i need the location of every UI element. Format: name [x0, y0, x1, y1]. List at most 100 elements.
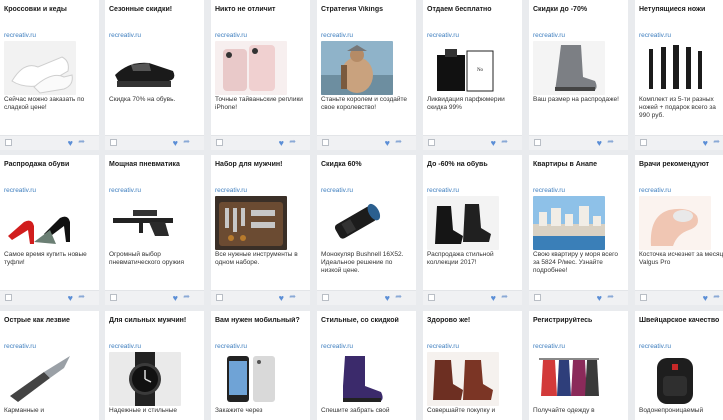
- ad-domain-link[interactable]: recreativ.ru: [109, 343, 141, 350]
- ad-card[interactable]: Набор для мужчин! recreativ.ru Все нужны…: [211, 155, 310, 305]
- ad-image[interactable]: [109, 196, 181, 250]
- ad-description[interactable]: Косточка исчезнет за месяц! Valgus Pro: [639, 251, 723, 267]
- ad-description[interactable]: Водонепроницаемый: [639, 407, 723, 415]
- ad-domain-link[interactable]: recreativ.ru: [215, 32, 247, 39]
- ad-image[interactable]: [4, 196, 76, 250]
- ad-image[interactable]: [109, 352, 181, 406]
- ad-domain-link[interactable]: recreativ.ru: [215, 187, 247, 194]
- ad-description[interactable]: Карманные и: [4, 407, 93, 415]
- ad-card[interactable]: Стратегия Vikings recreativ.ru Станьте к…: [317, 0, 416, 150]
- ad-description[interactable]: Точные тайваньские реплики iPhone!: [215, 96, 304, 112]
- ad-card[interactable]: Распродажа обуви recreativ.ru Самое врем…: [0, 155, 99, 305]
- ad-domain-link[interactable]: recreativ.ru: [427, 343, 459, 350]
- share-icon[interactable]: ➦: [78, 137, 85, 147]
- ad-card[interactable]: Стильные, со скидкой recreativ.ru Спешит…: [317, 311, 416, 420]
- heart-icon[interactable]: ♥: [703, 293, 708, 303]
- ad-card[interactable]: Здорово же! recreativ.ru Совершайте поку…: [423, 311, 522, 420]
- ad-title[interactable]: Распродажа обуви: [4, 161, 97, 168]
- ad-title[interactable]: До -60% на обувь: [427, 161, 520, 168]
- ad-image[interactable]: [533, 196, 605, 250]
- heart-icon[interactable]: ♥: [385, 293, 390, 303]
- heart-icon[interactable]: ♥: [491, 293, 496, 303]
- share-icon[interactable]: ➦: [395, 292, 402, 302]
- heart-icon[interactable]: ♥: [68, 293, 73, 303]
- heart-icon[interactable]: ♥: [703, 138, 708, 148]
- select-checkbox[interactable]: [110, 294, 117, 301]
- ad-image[interactable]: No: [427, 41, 499, 95]
- ad-image[interactable]: [639, 352, 711, 406]
- ad-description[interactable]: Огромный выбор пневматического оружия: [109, 251, 198, 267]
- ad-description[interactable]: Надежные и стильные: [109, 407, 198, 415]
- heart-icon[interactable]: ♥: [597, 138, 602, 148]
- ad-card[interactable]: Регистрируйтесь recreativ.ru Получайте о…: [529, 311, 628, 420]
- ad-title[interactable]: Для сильных мужчин!: [109, 317, 202, 324]
- ad-title[interactable]: Стильные, со скидкой: [321, 317, 414, 324]
- share-icon[interactable]: ➦: [183, 137, 190, 147]
- select-checkbox[interactable]: [322, 294, 329, 301]
- ad-image[interactable]: [4, 352, 76, 406]
- heart-icon[interactable]: ♥: [173, 138, 178, 148]
- ad-card[interactable]: Никто не отличит recreativ.ru Точные тай…: [211, 0, 310, 150]
- ad-card[interactable]: Скидки до -70% recreativ.ru Ваш размер н…: [529, 0, 628, 150]
- select-checkbox[interactable]: [428, 139, 435, 146]
- ad-image[interactable]: [4, 41, 76, 95]
- ad-card[interactable]: Мощная пневматика recreativ.ru Огромный …: [105, 155, 204, 305]
- heart-icon[interactable]: ♥: [385, 138, 390, 148]
- ad-card[interactable]: Нетупящиеся ножи recreativ.ru Комплект и…: [635, 0, 723, 150]
- ad-title[interactable]: Мощная пневматика: [109, 161, 202, 168]
- ad-domain-link[interactable]: recreativ.ru: [427, 187, 459, 194]
- share-icon[interactable]: ➦: [501, 137, 508, 147]
- ad-image[interactable]: [427, 352, 499, 406]
- ad-image[interactable]: [427, 196, 499, 250]
- heart-icon[interactable]: ♥: [279, 138, 284, 148]
- ad-card[interactable]: Квартиры в Анапе recreativ.ru Свою кварт…: [529, 155, 628, 305]
- ad-title[interactable]: Скидка 60%: [321, 161, 414, 168]
- ad-title[interactable]: Кроссовки и кеды: [4, 6, 97, 13]
- ad-description[interactable]: Совершайте покупку и: [427, 407, 516, 415]
- ad-domain-link[interactable]: recreativ.ru: [427, 32, 459, 39]
- ad-card[interactable]: Сезонные скидки! recreativ.ru Скидка 70%…: [105, 0, 204, 150]
- ad-domain-link[interactable]: recreativ.ru: [109, 32, 141, 39]
- select-checkbox[interactable]: [640, 139, 647, 146]
- ad-description[interactable]: Комплект из 5-ти разных ножей + подарок …: [639, 96, 723, 120]
- ad-title[interactable]: Вам нужен мобильный?: [215, 317, 308, 324]
- share-icon[interactable]: ➦: [289, 137, 296, 147]
- ad-title[interactable]: Врачи рекомендуют: [639, 161, 723, 168]
- select-checkbox[interactable]: [322, 139, 329, 146]
- ad-title[interactable]: Стратегия Vikings: [321, 6, 414, 13]
- ad-image[interactable]: [321, 41, 393, 95]
- ad-domain-link[interactable]: recreativ.ru: [321, 187, 353, 194]
- share-icon[interactable]: ➦: [183, 292, 190, 302]
- ad-domain-link[interactable]: recreativ.ru: [639, 32, 671, 39]
- ad-image[interactable]: [321, 352, 393, 406]
- select-checkbox[interactable]: [216, 139, 223, 146]
- ad-card[interactable]: Острые как лезвие recreativ.ru Карманные…: [0, 311, 99, 420]
- ad-domain-link[interactable]: recreativ.ru: [215, 343, 247, 350]
- share-icon[interactable]: ➦: [713, 292, 720, 302]
- ad-description[interactable]: Свою квартиру у моря всего за 5824 Р/мес…: [533, 251, 622, 275]
- ad-domain-link[interactable]: recreativ.ru: [321, 343, 353, 350]
- ad-description[interactable]: Распродажа стильной коллекции 2017!: [427, 251, 516, 267]
- ad-domain-link[interactable]: recreativ.ru: [109, 187, 141, 194]
- select-checkbox[interactable]: [640, 294, 647, 301]
- ad-domain-link[interactable]: recreativ.ru: [639, 343, 671, 350]
- ad-domain-link[interactable]: recreativ.ru: [533, 343, 565, 350]
- ad-card[interactable]: Швейцарское качество recreativ.ru Водоне…: [635, 311, 723, 420]
- ad-card[interactable]: До -60% на обувь recreativ.ru Распродажа…: [423, 155, 522, 305]
- select-checkbox[interactable]: [216, 294, 223, 301]
- ad-title[interactable]: Никто не отличит: [215, 6, 308, 13]
- select-checkbox[interactable]: [534, 139, 541, 146]
- ad-description[interactable]: Все нужные инструменты в одном наборе.: [215, 251, 304, 267]
- ad-description[interactable]: Самое время купить новые туфли!: [4, 251, 93, 267]
- ad-description[interactable]: Монокуляр Bushnell 16X52. Идеальное реше…: [321, 251, 410, 275]
- ad-card[interactable]: Кроссовки и кеды recreativ.ru Сейчас мож…: [0, 0, 99, 150]
- ad-title[interactable]: Здорово же!: [427, 317, 520, 324]
- ad-description[interactable]: Станьте королем и создайте свое королевс…: [321, 96, 410, 112]
- ad-description[interactable]: Получайте одежду в: [533, 407, 622, 415]
- ad-card[interactable]: Врачи рекомендуют recreativ.ru Косточка …: [635, 155, 723, 305]
- ad-description[interactable]: Закажите через: [215, 407, 304, 415]
- share-icon[interactable]: ➦: [78, 292, 85, 302]
- select-checkbox[interactable]: [110, 139, 117, 146]
- share-icon[interactable]: ➦: [713, 137, 720, 147]
- ad-title[interactable]: Острые как лезвие: [4, 317, 97, 324]
